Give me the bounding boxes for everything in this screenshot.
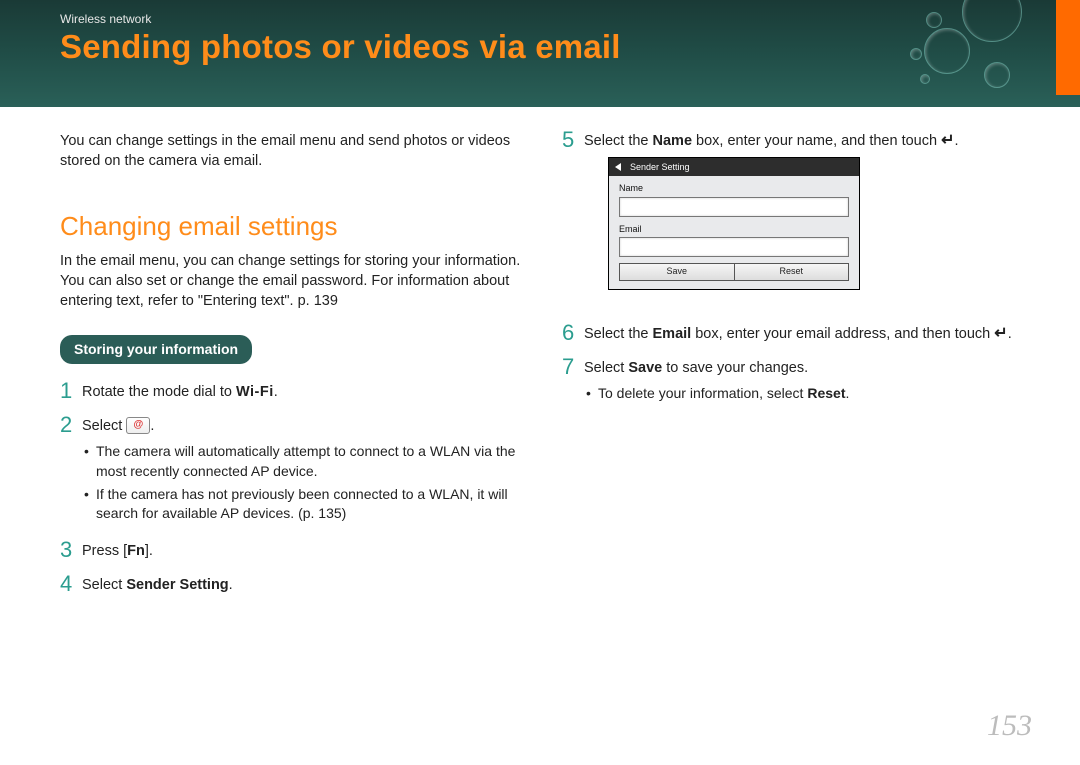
name-field-label: Name — [619, 182, 849, 194]
email-box-label: Email — [653, 326, 692, 342]
name-input[interactable] — [619, 197, 849, 217]
sender-setting-screenshot: Sender Setting Name Email Save Reset — [608, 157, 860, 290]
step-text: Select the — [584, 133, 653, 149]
reset-label: Reset — [807, 385, 845, 401]
orange-accent-strip — [1056, 0, 1080, 95]
step-2-sublist: The camera will automatically attempt to… — [82, 442, 530, 523]
email-icon — [126, 417, 150, 434]
steps-list-left: 1 Rotate the mode dial to Wi-Fi. 2 Selec… — [60, 382, 530, 595]
sender-setting-titlebar: Sender Setting — [609, 158, 859, 176]
step-text: . — [1008, 326, 1012, 342]
step-text: box, enter your email address, and then … — [691, 326, 994, 342]
step-text: . — [845, 385, 849, 401]
enter-icon: ↵ — [994, 326, 1007, 342]
sub-bullet: To delete your information, select Reset… — [584, 384, 1032, 403]
step-number: 5 — [562, 129, 584, 151]
step-text: Rotate the mode dial to — [82, 384, 236, 400]
step-3: 3 Press [Fn]. — [60, 541, 530, 561]
subsection-pill: Storing your information — [60, 335, 252, 364]
step-4: 4 Select Sender Setting. — [60, 575, 530, 595]
enter-icon: ↵ — [941, 133, 954, 149]
section-description: In the email menu, you can change settin… — [60, 251, 530, 311]
step-text: Select the — [584, 326, 653, 342]
wifi-icon: Wi-Fi — [236, 382, 274, 402]
step-text: Press [ — [82, 543, 127, 559]
page-content: You can change settings in the email men… — [0, 107, 1080, 609]
step-text: Select — [584, 360, 628, 376]
step-number: 6 — [562, 322, 584, 344]
step-number: 3 — [60, 539, 82, 561]
reset-button[interactable]: Reset — [735, 263, 850, 281]
step-5: 5 Select the Name box, enter your name, … — [562, 131, 1032, 310]
step-text: box, enter your name, and then touch — [692, 133, 941, 149]
step-7-sublist: To delete your information, select Reset… — [584, 384, 1032, 403]
step-text: To delete your information, select — [598, 385, 807, 401]
step-text: ]. — [145, 543, 153, 559]
email-input[interactable] — [619, 237, 849, 257]
sub-bullet: The camera will automatically attempt to… — [82, 442, 530, 481]
save-button[interactable]: Save — [619, 263, 735, 281]
step-number: 1 — [60, 380, 82, 402]
step-text: Select — [82, 577, 126, 593]
step-text: Select — [82, 418, 126, 434]
step-text: . — [955, 133, 959, 149]
page-header: Wireless network Sending photos or video… — [0, 0, 1080, 107]
page-number: 153 — [987, 709, 1032, 743]
step-7: 7 Select Save to save your changes. To d… — [562, 358, 1032, 407]
intro-paragraph: You can change settings in the email men… — [60, 131, 530, 171]
step-2: 2 Select . The camera will automatically… — [60, 416, 530, 527]
step-text: to save your changes. — [662, 360, 808, 376]
right-column: 5 Select the Name box, enter your name, … — [562, 131, 1032, 609]
save-label: Save — [628, 360, 662, 376]
steps-list-right: 5 Select the Name box, enter your name, … — [562, 131, 1032, 408]
back-icon[interactable] — [615, 163, 624, 172]
name-box-label: Name — [653, 133, 693, 149]
page-title: Sending photos or videos via email — [60, 28, 1080, 66]
sub-bullet: If the camera has not previously been co… — [82, 485, 530, 524]
email-field-label: Email — [619, 223, 849, 235]
chapter-label: Wireless network — [60, 12, 1080, 26]
step-number: 4 — [60, 573, 82, 595]
sender-setting-title: Sender Setting — [630, 161, 690, 173]
step-6: 6 Select the Email box, enter your email… — [562, 324, 1032, 344]
fn-button-label: Fn — [127, 543, 145, 559]
section-heading: Changing email settings — [60, 209, 530, 245]
sender-setting-label: Sender Setting — [126, 577, 228, 593]
left-column: You can change settings in the email men… — [60, 131, 530, 609]
step-number: 2 — [60, 414, 82, 436]
step-1: 1 Rotate the mode dial to Wi-Fi. — [60, 382, 530, 402]
step-text: . — [150, 418, 154, 434]
step-text: . — [229, 577, 233, 593]
step-text: . — [274, 384, 278, 400]
step-number: 7 — [562, 356, 584, 378]
